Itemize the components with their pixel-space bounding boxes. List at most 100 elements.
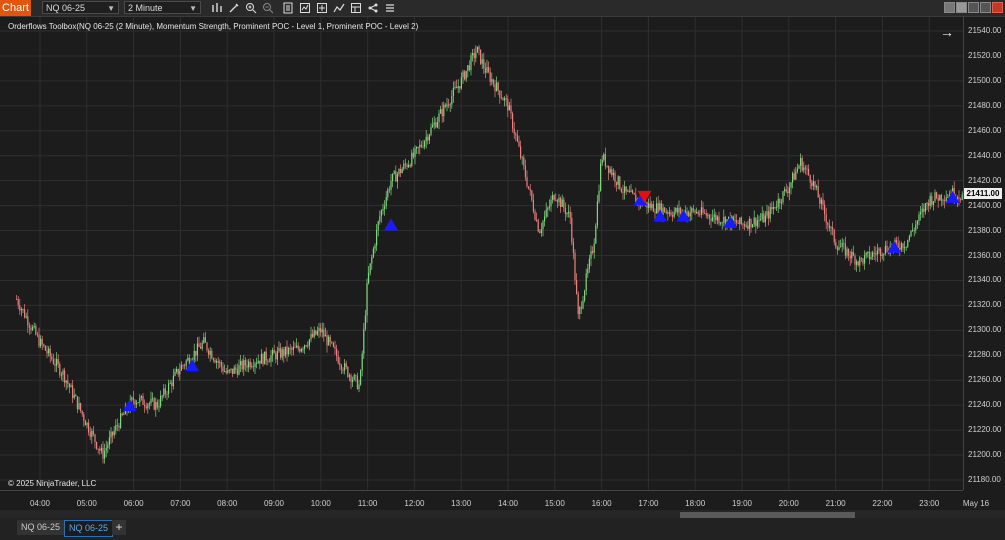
data-box-icon[interactable]	[350, 2, 362, 14]
candle-body	[32, 326, 34, 330]
candle-body	[940, 194, 942, 201]
candle-body	[25, 316, 27, 318]
candle-body	[328, 336, 330, 346]
candle-body	[172, 375, 174, 386]
candle-body	[179, 370, 181, 375]
maximize-button[interactable]	[980, 2, 991, 13]
candle-body	[208, 350, 210, 355]
candle-body	[436, 121, 438, 128]
candle-body	[897, 242, 899, 248]
candle-body	[80, 403, 82, 411]
candle-body	[595, 225, 597, 244]
candle-body	[136, 402, 138, 405]
candle-body	[491, 79, 493, 82]
candle-body	[337, 355, 339, 364]
candle-body	[433, 122, 435, 125]
candle-body	[548, 206, 550, 209]
strategies-icon[interactable]	[299, 2, 311, 14]
draw-pencil-icon[interactable]	[228, 2, 240, 14]
candle-body	[608, 165, 610, 173]
candle-body	[924, 203, 926, 212]
candle-body	[342, 369, 344, 371]
candle-body	[624, 186, 626, 193]
instrument-selector[interactable]: NQ 06-25 ▼	[42, 1, 119, 14]
candle-body	[688, 211, 690, 217]
interval-selector[interactable]: 2 Minute ▼	[124, 1, 201, 14]
zoom-in-icon[interactable]	[245, 2, 257, 14]
candle-body	[875, 253, 877, 255]
candle-body	[16, 299, 18, 300]
candle-body	[745, 225, 747, 227]
candle-body	[27, 316, 29, 326]
candle-body	[216, 360, 218, 363]
close-icon[interactable]	[992, 2, 1003, 13]
candle-body	[680, 207, 682, 214]
candle-body	[238, 365, 240, 375]
candle-body	[928, 203, 930, 207]
price-chart[interactable]	[0, 17, 1003, 490]
candle-body	[584, 290, 586, 301]
candle-body	[502, 98, 504, 101]
candle-body	[654, 211, 656, 214]
dock-window-button[interactable]	[956, 2, 967, 13]
candle-body	[934, 192, 936, 202]
candle-body	[827, 222, 829, 225]
candle-body	[396, 174, 398, 182]
candle-body	[30, 327, 32, 330]
bar-type-icon[interactable]	[211, 2, 223, 14]
candle-body	[452, 87, 454, 97]
candle-body	[528, 186, 530, 189]
add-tab-button[interactable]: +	[112, 520, 126, 535]
minimize-button[interactable]	[968, 2, 979, 13]
candle-body	[747, 225, 749, 229]
candle-body	[883, 253, 885, 256]
candle-body	[451, 96, 453, 105]
candle-body	[625, 186, 627, 192]
candle-body	[249, 361, 251, 367]
candle-body	[398, 168, 400, 175]
candle-body	[100, 447, 102, 451]
tab-nq-1[interactable]: NQ 06-25	[17, 520, 65, 535]
candle-body	[424, 141, 426, 147]
time-tick-label: May 16	[962, 499, 990, 508]
candle-body	[748, 218, 750, 229]
price-tick-label: 21280.00	[968, 350, 1002, 360]
candle-body	[382, 208, 384, 211]
candle-body	[712, 217, 714, 221]
candle-body	[929, 196, 931, 207]
tab-nq-2[interactable]: NQ 06-25	[64, 520, 114, 537]
candle-body	[41, 338, 43, 345]
candle-body	[628, 190, 630, 193]
time-axis[interactable]	[0, 490, 963, 511]
candle-body	[844, 243, 846, 256]
zoom-out-icon[interactable]	[262, 2, 274, 14]
candle-body	[720, 222, 722, 224]
menu-icon[interactable]	[384, 2, 396, 14]
tile-window-button[interactable]	[944, 2, 955, 13]
indicators-icon[interactable]	[316, 2, 328, 14]
candle-body	[283, 349, 285, 356]
candle-body	[556, 200, 558, 203]
candle-body	[771, 207, 773, 210]
drawing-tools-icon[interactable]	[333, 2, 345, 14]
time-tick-label: 21:00	[825, 499, 846, 508]
candle-body	[784, 189, 786, 192]
candle-body	[542, 221, 544, 230]
last-price-marker: 21411.00	[964, 188, 1002, 199]
chart-panel[interactable]	[0, 17, 1003, 490]
time-tick-label: 09:00	[263, 499, 285, 508]
candle-body	[796, 168, 798, 172]
candle-body	[529, 188, 531, 191]
arrow-right-icon[interactable]: →	[940, 24, 954, 40]
time-tick-label: 19:00	[731, 499, 753, 508]
candle-body	[596, 201, 598, 226]
candle-body	[387, 189, 389, 198]
candle-body	[286, 346, 288, 355]
properties-icon[interactable]	[282, 2, 294, 14]
price-tick-label: 21500.00	[968, 75, 1002, 85]
candle-body	[737, 223, 739, 224]
share-icon[interactable]	[367, 2, 379, 14]
candle-body	[776, 207, 778, 209]
candle-body	[764, 215, 766, 223]
candle-body	[811, 182, 813, 186]
